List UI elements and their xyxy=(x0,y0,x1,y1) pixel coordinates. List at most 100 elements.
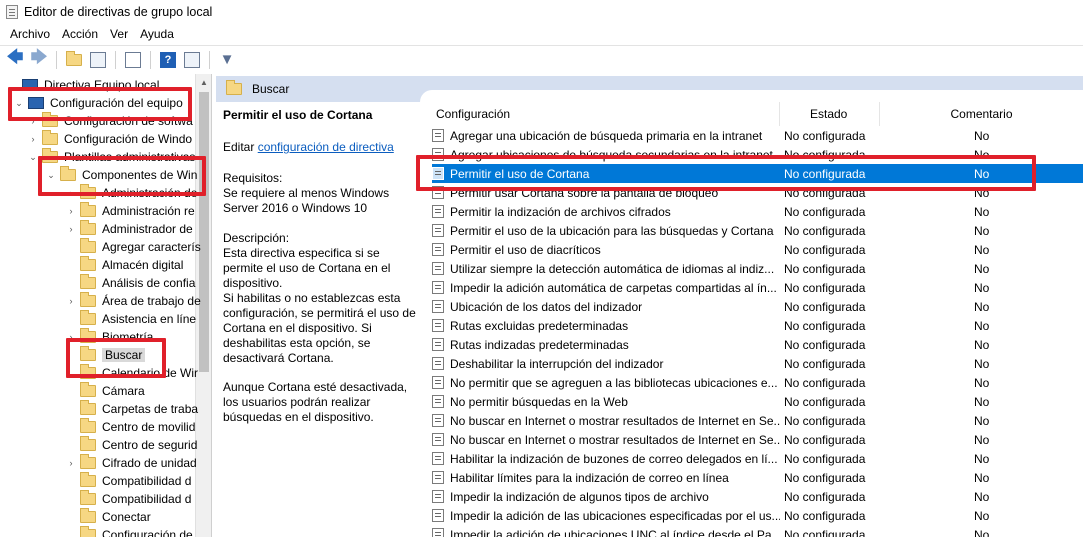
chevron-right-icon[interactable]: › xyxy=(28,134,38,144)
folder-icon xyxy=(80,220,96,235)
chevron-right-icon[interactable]: › xyxy=(66,332,76,342)
toolbar-separator xyxy=(56,50,57,69)
table-row[interactable]: Permitir el uso de la ubicación para las… xyxy=(432,221,1083,240)
chevron-down-icon[interactable]: ⌄ xyxy=(46,170,56,181)
tree-node[interactable]: Centro de movilid xyxy=(66,418,195,436)
table-row[interactable]: Ubicación de los datos del indizador No c… xyxy=(432,297,1083,316)
tree-node[interactable]: Buscar xyxy=(66,346,146,364)
menu-accion[interactable]: Acción xyxy=(56,27,104,41)
tree-node[interactable]: › Cifrado de unidad xyxy=(66,454,197,472)
folder-icon xyxy=(80,454,96,469)
table-row[interactable]: No permitir que se agreguen a las biblio… xyxy=(432,373,1083,392)
up-folder-icon[interactable] xyxy=(63,49,85,71)
tree-node[interactable]: Compatibilidad d xyxy=(66,490,191,508)
table-row[interactable]: Habilitar la indización de buzones de co… xyxy=(432,449,1083,468)
policy-setting-icon xyxy=(432,414,444,427)
table-row[interactable]: Impedir la adición de ubicaciones UNC al… xyxy=(432,525,1083,537)
chevron-down-icon[interactable]: ⌄ xyxy=(28,152,38,163)
setting-name-cell: No permitir búsquedas en la Web xyxy=(432,395,780,409)
back-arrow-icon[interactable]: 🡄 xyxy=(4,49,26,71)
menu-ayuda[interactable]: Ayuda xyxy=(134,27,180,41)
forward-arrow-icon[interactable]: 🡆 xyxy=(28,49,50,71)
table-row[interactable]: Utilizar siempre la detección automática… xyxy=(432,259,1083,278)
export-list-icon[interactable] xyxy=(122,49,144,71)
chevron-down-icon[interactable]: ⌄ xyxy=(14,98,24,109)
setting-name-cell: Agregar una ubicación de búsqueda primar… xyxy=(432,129,780,143)
help-icon[interactable]: ? xyxy=(157,49,179,71)
column-header-comment[interactable]: Comentario xyxy=(880,102,1083,126)
chevron-right-icon[interactable]: › xyxy=(66,224,76,234)
list-header: Configuración Estado Comentario xyxy=(420,102,1083,126)
properties-icon[interactable] xyxy=(181,49,203,71)
tree-node[interactable]: ⌄ Configuración del equipo xyxy=(14,94,183,112)
tree-node[interactable]: › Administrador de xyxy=(66,220,193,238)
tree-node[interactable]: Agregar caracterís xyxy=(66,238,201,256)
setting-state: No configurada xyxy=(784,223,866,238)
setting-name: No buscar en Internet o mostrar resultad… xyxy=(450,432,780,447)
menu-ver[interactable]: Ver xyxy=(104,27,134,41)
tree-node[interactable]: Compatibilidad d xyxy=(66,472,191,490)
scroll-up-icon[interactable]: ▲ xyxy=(196,74,211,90)
tree-node[interactable]: › Administración re xyxy=(66,202,195,220)
table-row[interactable]: Agregar una ubicación de búsqueda primar… xyxy=(432,126,1083,145)
tree-node-label: Centro de segurid xyxy=(102,438,198,452)
table-row[interactable]: No buscar en Internet o mostrar resultad… xyxy=(432,411,1083,430)
tree-node[interactable]: Análisis de confia xyxy=(66,274,195,292)
tree-node[interactable]: Cámara xyxy=(66,382,145,400)
folder-icon xyxy=(80,364,96,379)
tree-node-label: Administrador de xyxy=(102,222,193,236)
table-row[interactable]: Habilitar límites para la indización de … xyxy=(432,468,1083,487)
table-row[interactable]: Permitir la indización de archivos cifra… xyxy=(432,202,1083,221)
tree-node[interactable]: Centro de segurid xyxy=(66,436,197,454)
tree-node[interactable]: Asistencia en líne xyxy=(66,310,196,328)
tree-node[interactable]: Directiva Equipo local xyxy=(8,76,159,94)
tree-node[interactable]: Conectar xyxy=(66,508,151,526)
tree-node[interactable]: › Administración de xyxy=(66,184,197,202)
setting-state: No configurada xyxy=(784,356,866,371)
chevron-right-icon[interactable]: › xyxy=(66,188,76,198)
table-row[interactable]: No buscar en Internet o mostrar resultad… xyxy=(432,430,1083,449)
tree-node[interactable]: ⌄ Plantillas administrativas xyxy=(28,148,195,166)
tree-node[interactable]: › Configuración de Windo xyxy=(28,130,192,148)
table-row[interactable]: Rutas indizadas predeterminadas No config… xyxy=(432,335,1083,354)
policy-setting-icon xyxy=(432,433,444,446)
policy-setting-icon xyxy=(432,490,444,503)
filter-icon[interactable]: ▼ xyxy=(216,49,238,71)
tree-node[interactable]: ⌄ Componentes de Win xyxy=(46,166,197,184)
tree-node[interactable]: Almacén digital xyxy=(66,256,183,274)
table-row[interactable]: Agregar ubicaciones de búsqueda secundar… xyxy=(432,145,1083,164)
column-header-setting[interactable]: Configuración xyxy=(420,102,780,126)
column-header-state[interactable]: Estado xyxy=(780,102,880,126)
tree-node[interactable]: › Área de trabajo de xyxy=(66,292,201,310)
tree-scroll-thumb[interactable] xyxy=(199,92,209,372)
setting-name-cell: Utilizar siempre la detección automática… xyxy=(432,262,780,276)
table-row[interactable]: Impedir la adición automática de carpeta… xyxy=(432,278,1083,297)
table-row[interactable]: Rutas excluidas predeterminadas No config… xyxy=(432,316,1083,335)
chevron-right-icon[interactable]: › xyxy=(66,458,76,468)
menu-archivo[interactable]: Archivo xyxy=(4,27,56,41)
chevron-right-icon[interactable]: › xyxy=(66,206,76,216)
table-row[interactable]: Permitir el uso de Cortana No configurada… xyxy=(432,164,1083,183)
tree-node[interactable]: Carpetas de traba xyxy=(66,400,198,418)
edit-policy-link[interactable]: configuración de directiva xyxy=(258,140,394,154)
tree-node[interactable]: Configuración de xyxy=(66,526,193,537)
setting-name-cell: No buscar en Internet o mostrar resultad… xyxy=(432,414,780,428)
chevron-right-icon[interactable]: › xyxy=(66,296,76,306)
tree-node[interactable]: Calendario de Wir xyxy=(66,364,198,382)
folder-icon xyxy=(80,256,96,271)
show-hide-tree-icon[interactable] xyxy=(87,49,109,71)
folder-header-label: Buscar xyxy=(252,82,290,96)
table-row[interactable]: Permitir el uso de diacríticos No configu… xyxy=(432,240,1083,259)
tree-node[interactable]: › Biometría xyxy=(66,328,153,346)
table-row[interactable]: Impedir la adición de las ubicaciones es… xyxy=(432,506,1083,525)
table-row[interactable]: Permitir usar Cortana sobre la pantalla … xyxy=(432,183,1083,202)
table-row[interactable]: Deshabilitar la interrupción del indizad… xyxy=(432,354,1083,373)
table-row[interactable]: No permitir búsquedas en la Web No config… xyxy=(432,392,1083,411)
tree-node[interactable]: › Configuración de softwa xyxy=(28,112,193,130)
table-row[interactable]: Impedir la indización de algunos tipos d… xyxy=(432,487,1083,506)
chevron-right-icon[interactable]: › xyxy=(28,116,38,126)
setting-name: Impedir la indización de algunos tipos d… xyxy=(450,489,709,504)
toolbar-separator xyxy=(150,50,151,69)
requirements-text: Se requiere al menos Windows Server 2016… xyxy=(223,186,390,215)
tree-node-label: Conectar xyxy=(102,510,151,524)
